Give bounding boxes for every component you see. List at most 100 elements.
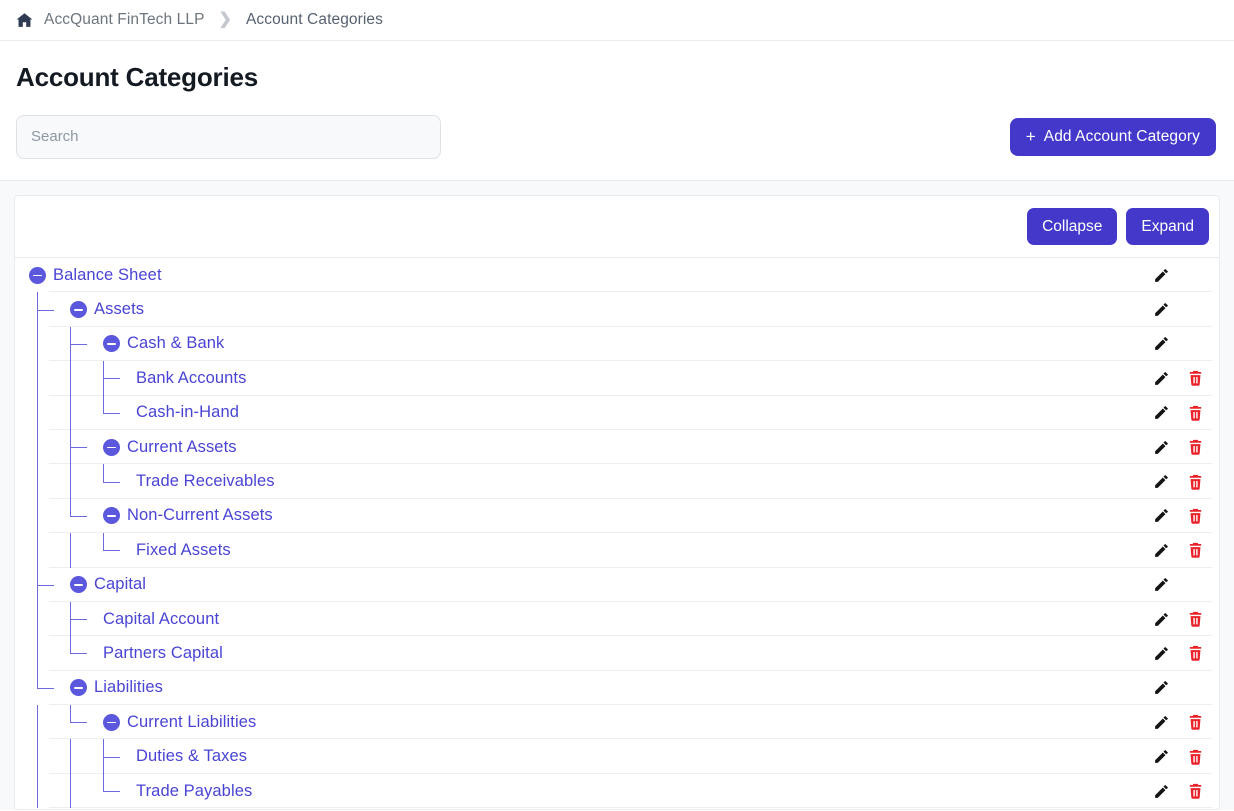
tree-node-label[interactable]: Assets xyxy=(94,300,144,319)
delete-trash-icon[interactable] xyxy=(1178,366,1212,390)
tree-node-label[interactable]: Partners Capital xyxy=(103,644,223,663)
delete-trash-icon[interactable] xyxy=(1178,710,1212,734)
tree-node-label[interactable]: Current Assets xyxy=(127,438,237,457)
tree-node-label[interactable]: Capital Account xyxy=(103,610,219,629)
tree-row[interactable]: Bank Accounts xyxy=(15,361,1219,395)
collapse-minus-icon[interactable] xyxy=(70,576,87,593)
collapse-minus-icon[interactable] xyxy=(29,267,46,284)
collapse-minus-icon[interactable] xyxy=(103,714,120,731)
edit-pencil-icon[interactable] xyxy=(1144,607,1178,631)
tree-node-label[interactable]: Trade Receivables xyxy=(136,472,275,491)
delete-trash-icon[interactable] xyxy=(1178,538,1212,562)
row-actions xyxy=(1144,464,1212,498)
tree-elbow-connector xyxy=(70,705,103,739)
edit-pencil-icon[interactable] xyxy=(1144,504,1178,528)
tree-node-label[interactable]: Fixed Assets xyxy=(136,541,231,560)
tree-row[interactable]: Balance Sheet xyxy=(15,258,1219,292)
delete-trash-icon[interactable] xyxy=(1178,401,1212,425)
tree-node: Partners Capital xyxy=(70,636,223,670)
collapse-minus-icon[interactable] xyxy=(103,439,120,456)
tree-node: Cash & Bank xyxy=(70,327,224,361)
collapse-button[interactable]: Collapse xyxy=(1027,208,1117,245)
tree-row[interactable]: Capital xyxy=(15,568,1219,602)
row-actions xyxy=(1144,533,1212,567)
edit-pencil-icon[interactable] xyxy=(1144,745,1178,769)
edit-pencil-icon[interactable] xyxy=(1144,710,1178,734)
tree-node-label[interactable]: Cash & Bank xyxy=(127,334,224,353)
tree-row[interactable]: Capital Account xyxy=(15,602,1219,636)
tree-row[interactable]: Current Liabilities xyxy=(15,705,1219,739)
tree-node: Assets xyxy=(37,292,144,326)
delete-trash-icon[interactable] xyxy=(1178,607,1212,631)
edit-pencil-icon[interactable] xyxy=(1144,538,1178,562)
tree-node-label[interactable]: Capital xyxy=(94,575,146,594)
tree-row[interactable]: Non-Current Assets xyxy=(15,499,1219,533)
add-account-category-button[interactable]: + Add Account Category xyxy=(1010,118,1216,156)
delete-trash-icon[interactable] xyxy=(1178,470,1212,494)
collapse-minus-icon[interactable] xyxy=(70,679,87,696)
row-actions xyxy=(1144,739,1212,773)
tree-node-label[interactable]: Liabilities xyxy=(94,678,163,697)
tree-guide-line xyxy=(70,739,71,773)
tree-row[interactable]: Trade Payables xyxy=(15,774,1219,808)
edit-pencil-icon[interactable] xyxy=(1144,641,1178,665)
tree-node-label[interactable]: Bank Accounts xyxy=(136,369,246,388)
delete-trash-icon[interactable] xyxy=(1178,641,1212,665)
tree-node-label[interactable]: Balance Sheet xyxy=(53,266,162,285)
row-actions xyxy=(1144,499,1212,533)
edit-pencil-icon[interactable] xyxy=(1144,676,1178,700)
tree-node-label[interactable]: Non-Current Assets xyxy=(127,506,273,525)
tree-row[interactable]: Trade Receivables xyxy=(15,464,1219,498)
row-actions xyxy=(1144,430,1212,464)
collapse-minus-icon[interactable] xyxy=(70,301,87,318)
tree-node-label[interactable]: Trade Payables xyxy=(136,782,252,801)
tree-node: Bank Accounts xyxy=(103,361,246,395)
edit-pencil-icon[interactable] xyxy=(1144,263,1178,287)
tree-row[interactable]: Partners Capital xyxy=(15,636,1219,670)
add-account-category-label: Add Account Category xyxy=(1044,128,1200,146)
edit-pencil-icon[interactable] xyxy=(1144,332,1178,356)
tree-elbow-connector xyxy=(103,464,136,498)
collapse-minus-icon[interactable] xyxy=(103,335,120,352)
page-title: Account Categories xyxy=(0,41,1234,93)
edit-pencil-icon[interactable] xyxy=(1144,366,1178,390)
tree-node: Balance Sheet xyxy=(29,258,162,292)
tree-node-label[interactable]: Current Liabilities xyxy=(127,713,256,732)
expand-button[interactable]: Expand xyxy=(1126,208,1209,245)
tree-node: Trade Receivables xyxy=(103,464,275,498)
row-actions xyxy=(1144,602,1212,636)
tree-elbow-connector xyxy=(103,533,136,567)
tree-node-label[interactable]: Cash-in-Hand xyxy=(136,403,239,422)
tree-row[interactable]: Cash-in-Hand xyxy=(15,396,1219,430)
tree-row[interactable]: Duties & Taxes xyxy=(15,739,1219,773)
card-toolbar: Collapse Expand xyxy=(15,196,1219,258)
tree-row[interactable]: Fixed Assets xyxy=(15,533,1219,567)
tree-node: Current Assets xyxy=(70,430,237,464)
tree-node-label[interactable]: Duties & Taxes xyxy=(136,747,247,766)
breadcrumb-item-company[interactable]: AccQuant FinTech LLP xyxy=(44,11,205,29)
edit-pencil-icon[interactable] xyxy=(1144,573,1178,597)
edit-pencil-icon[interactable] xyxy=(1144,435,1178,459)
action-spacer xyxy=(1178,573,1212,597)
tree-row[interactable]: Cash & Bank xyxy=(15,327,1219,361)
action-spacer xyxy=(1178,332,1212,356)
content-section: Collapse Expand Balance Sheet Assets Cash … xyxy=(0,180,1234,810)
edit-pencil-icon[interactable] xyxy=(1144,401,1178,425)
tree-row[interactable]: Assets xyxy=(15,292,1219,326)
delete-trash-icon[interactable] xyxy=(1178,779,1212,803)
action-spacer xyxy=(1178,263,1212,287)
tree-node: Duties & Taxes xyxy=(103,739,247,773)
search-input[interactable] xyxy=(16,115,441,159)
edit-pencil-icon[interactable] xyxy=(1144,298,1178,322)
tree-row[interactable]: Current Assets xyxy=(15,430,1219,464)
collapse-minus-icon[interactable] xyxy=(103,507,120,524)
delete-trash-icon[interactable] xyxy=(1178,745,1212,769)
delete-trash-icon[interactable] xyxy=(1178,504,1212,528)
row-actions xyxy=(1144,568,1212,602)
tree-node: Liabilities xyxy=(37,671,163,705)
delete-trash-icon[interactable] xyxy=(1178,435,1212,459)
home-icon[interactable] xyxy=(16,12,33,29)
edit-pencil-icon[interactable] xyxy=(1144,779,1178,803)
tree-row[interactable]: Liabilities xyxy=(15,671,1219,705)
edit-pencil-icon[interactable] xyxy=(1144,470,1178,494)
